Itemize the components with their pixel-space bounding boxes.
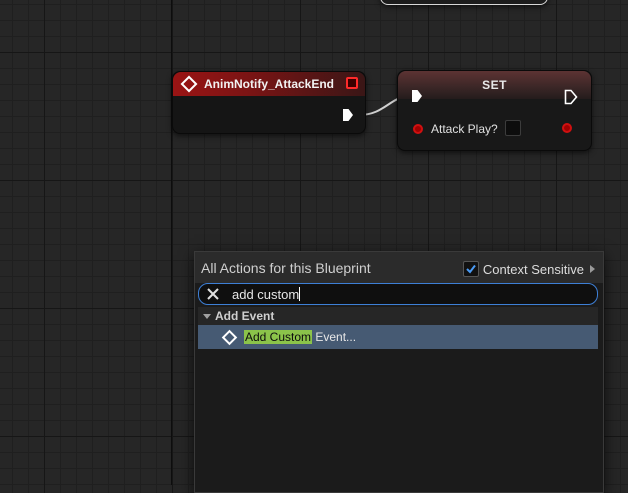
action-item-add-custom-event[interactable]: Add Custom Event... (198, 325, 598, 349)
action-menu-header: All Actions for this Blueprint Context S… (195, 252, 603, 283)
anim-notify-title: AnimNotify_AttackEnd (204, 77, 335, 91)
bool-output-pin[interactable] (562, 123, 572, 133)
delegate-pin[interactable] (346, 77, 358, 89)
event-icon (221, 329, 238, 345)
bool-input-pin[interactable] (413, 124, 423, 134)
context-sensitive-toggle[interactable]: Context Sensitive (462, 261, 595, 277)
set-variable-label: Attack Play? (431, 122, 498, 136)
checkmark-icon (466, 264, 476, 274)
chevron-right-icon[interactable] (590, 265, 595, 273)
action-menu-title: All Actions for this Blueprint (201, 260, 371, 276)
event-icon (180, 75, 198, 93)
action-item-rest: Event... (312, 330, 357, 344)
exec-out-pin[interactable] (343, 109, 353, 121)
text-caret (299, 287, 301, 301)
action-menu: All Actions for this Blueprint Context S… (194, 251, 604, 493)
category-label: Add Event (215, 309, 275, 323)
set-node[interactable]: SET Attack Play? (397, 70, 592, 151)
clear-search-icon[interactable] (206, 287, 220, 301)
anim-notify-node[interactable]: AnimNotify_AttackEnd (172, 71, 366, 134)
search-match-highlight: Add Custom (244, 330, 313, 344)
context-sensitive-label: Context Sensitive (482, 261, 584, 277)
exec-out-hollow-pin[interactable] (564, 89, 578, 105)
attack-play-checkbox[interactable] (505, 120, 521, 136)
context-sensitive-checkbox[interactable] (462, 261, 479, 277)
set-node-title: SET (482, 78, 507, 92)
set-node-header[interactable]: SET (398, 71, 591, 99)
chevron-down-icon[interactable] (203, 313, 211, 319)
category-add-event[interactable]: Add Event (198, 307, 598, 325)
search-input: add custom (232, 287, 301, 302)
action-item-label: Add Custom Event... (244, 330, 356, 344)
action-search-field[interactable]: add custom (198, 283, 598, 305)
search-input-value[interactable]: add custom (232, 287, 299, 302)
anim-notify-header[interactable]: AnimNotify_AttackEnd (173, 72, 365, 96)
